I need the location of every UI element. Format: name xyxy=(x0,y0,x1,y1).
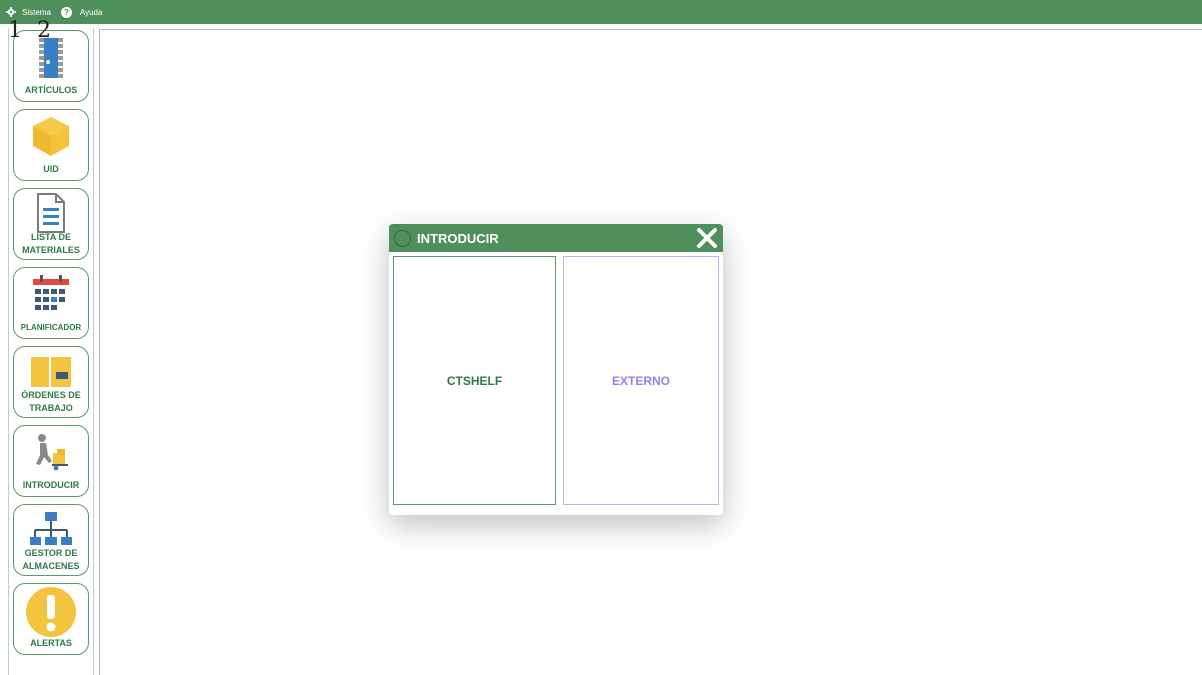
sidebar-item-label: LISTA DE MATERIALES xyxy=(22,232,80,255)
sidebar-item-ordenes-de-trabajo[interactable]: ÓRDENES DE TRABAJO xyxy=(13,346,89,418)
overlay-numbers: 1 2 xyxy=(8,18,55,43)
sidebar-item-planificador[interactable]: PLANIFICADOR xyxy=(13,267,89,339)
sidebar: ARTÍCULOS UID LISTA DE MATERIALES PLANIF… xyxy=(10,28,94,675)
introducir-dialog: INTRODUCIR CTSHELF EXTERNO xyxy=(389,224,723,515)
sidebar-item-label: INTRODUCIR xyxy=(22,480,80,490)
help-icon: ? xyxy=(60,6,72,18)
document-icon xyxy=(29,192,73,234)
left-divider xyxy=(8,28,9,675)
close-icon[interactable] xyxy=(695,226,719,250)
cube-icon xyxy=(29,115,73,157)
externo-option-label: EXTERNO xyxy=(611,373,670,388)
menu-sistema[interactable]: Sistema xyxy=(6,7,51,17)
hand-truck-icon xyxy=(29,431,73,473)
sidebar-item-label: PLANIFICADOR xyxy=(20,323,82,332)
sidebar-item-label: UID xyxy=(43,164,59,174)
sidebar-item-uid[interactable]: UID xyxy=(13,109,89,181)
ctshelf-option-label: CTSHELF xyxy=(446,373,503,388)
dialog-circle-icon xyxy=(394,229,411,247)
sidebar-item-gestor-de-almacenes[interactable]: GESTOR DE ALMACENES xyxy=(13,504,89,576)
sidebar-item-lista-de-materiales[interactable]: LISTA DE MATERIALES xyxy=(13,188,89,260)
sidebar-item-label: GESTOR DE ALMACENES xyxy=(22,548,80,571)
ctshelf-option-button[interactable]: CTSHELF xyxy=(393,256,556,505)
alert-icon xyxy=(25,586,77,638)
menu-bar: Sistema ? Ayuda xyxy=(0,0,1202,24)
calendar-icon xyxy=(29,273,73,315)
work-order-icon xyxy=(29,351,73,393)
sidebar-item-label: ARTÍCULOS xyxy=(24,85,78,95)
dialog-title: INTRODUCIR xyxy=(417,230,499,246)
menu-ayuda-label: Ayuda xyxy=(79,7,103,17)
sidebar-item-label: ALERTAS xyxy=(30,638,72,648)
externo-option-button[interactable]: EXTERNO xyxy=(563,256,719,505)
menu-ayuda[interactable]: ? Ayuda xyxy=(60,6,103,18)
dialog-header: INTRODUCIR xyxy=(389,224,723,252)
sidebar-item-introducir[interactable]: INTRODUCIR xyxy=(13,425,89,497)
gear-icon xyxy=(6,7,16,17)
hierarchy-icon xyxy=(29,508,73,550)
sidebar-item-alertas[interactable]: ALERTAS xyxy=(13,583,89,655)
menu-sistema-label: Sistema xyxy=(22,7,51,17)
